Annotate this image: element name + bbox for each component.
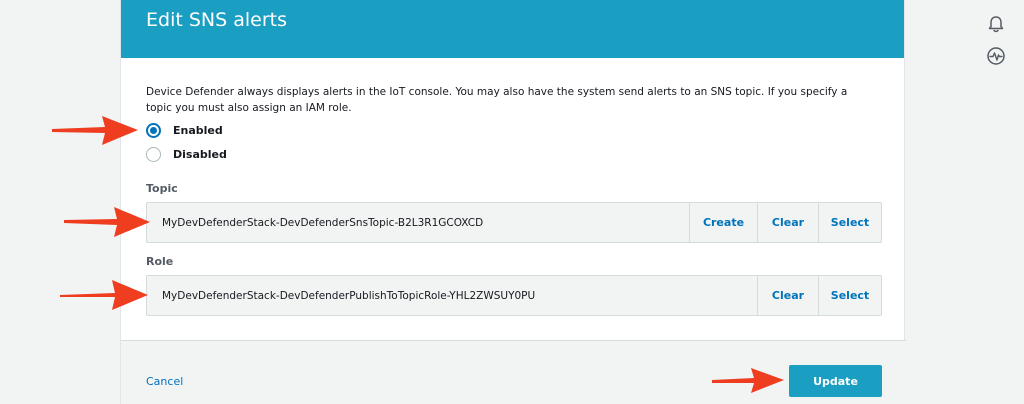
annotation-arrow-enabled xyxy=(52,116,138,145)
radio-disabled[interactable]: Disabled xyxy=(146,147,227,162)
role-clear-button[interactable]: Clear xyxy=(757,276,818,315)
role-label: Role xyxy=(146,255,174,268)
update-button[interactable]: Update xyxy=(789,365,882,397)
radio-enabled-label[interactable]: Enabled xyxy=(173,124,223,137)
edit-sns-alerts-modal: Edit SNS alerts Device Defender always d… xyxy=(120,0,906,404)
topic-create-button[interactable]: Create xyxy=(689,203,757,242)
topic-label: Topic xyxy=(146,182,178,195)
cancel-link[interactable]: Cancel xyxy=(146,375,183,388)
radio-disabled-button[interactable] xyxy=(146,147,161,162)
annotation-arrow-role xyxy=(60,280,148,310)
modal-footer: Cancel Update xyxy=(121,340,906,404)
topic-field: MyDevDefenderStack-DevDefenderSnsTopic-B… xyxy=(146,202,882,243)
topic-value: MyDevDefenderStack-DevDefenderSnsTopic-B… xyxy=(162,216,484,229)
activity-icon[interactable] xyxy=(986,46,1006,66)
radio-enabled[interactable]: Enabled xyxy=(146,123,223,138)
modal-description: Device Defender always displays alerts i… xyxy=(146,86,848,114)
radio-enabled-button[interactable] xyxy=(146,123,161,138)
modal-title: Edit SNS alerts xyxy=(146,9,287,31)
annotation-arrow-update xyxy=(712,368,784,393)
topic-clear-button[interactable]: Clear xyxy=(757,203,818,242)
bell-icon[interactable] xyxy=(986,14,1006,34)
modal-header: Edit SNS alerts xyxy=(121,0,904,58)
radio-disabled-label[interactable]: Disabled xyxy=(173,148,227,161)
annotation-arrow-topic xyxy=(64,207,150,237)
topic-select-button[interactable]: Select xyxy=(818,203,881,242)
role-value: MyDevDefenderStack-DevDefenderPublishToT… xyxy=(162,289,536,302)
role-field: MyDevDefenderStack-DevDefenderPublishToT… xyxy=(146,275,882,316)
role-select-button[interactable]: Select xyxy=(818,276,881,315)
